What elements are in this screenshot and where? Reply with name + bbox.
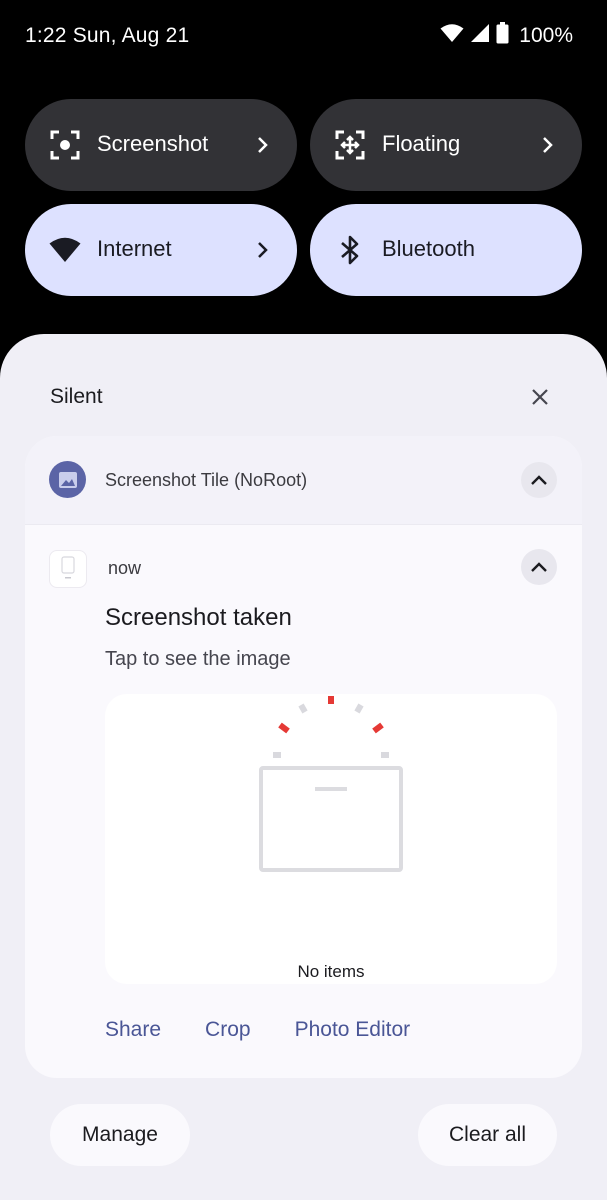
collapse-notification-button[interactable] bbox=[521, 549, 557, 585]
tile-internet-label: Internet bbox=[97, 236, 172, 261]
notification-time: now bbox=[108, 558, 142, 578]
notification-title: Screenshot taken bbox=[105, 604, 292, 631]
tile-internet[interactable]: Internet bbox=[25, 204, 297, 296]
bluetooth-icon bbox=[334, 234, 366, 266]
battery-percentage: 100% bbox=[519, 23, 573, 47]
collapse-group-button[interactable] bbox=[521, 462, 557, 498]
notification-card[interactable]: Screenshot Tile (NoRoot) now Screenshot … bbox=[25, 436, 582, 1078]
crop-action-button[interactable]: Crop bbox=[205, 1018, 251, 1042]
tile-floating-label: Floating bbox=[382, 131, 461, 156]
tile-screenshot-label: Screenshot bbox=[97, 131, 209, 156]
tile-screenshot[interactable]: Screenshot bbox=[25, 99, 297, 191]
app-name: Screenshot Tile (NoRoot) bbox=[105, 470, 308, 490]
silent-section-header: Silent bbox=[50, 385, 103, 408]
status-bar: 1:22 Sun, Aug 21 100% bbox=[0, 0, 607, 76]
status-icons: 100% bbox=[440, 22, 573, 49]
clear-all-button[interactable]: Clear all bbox=[418, 1104, 557, 1166]
status-time-date: 1:22 Sun, Aug 21 bbox=[25, 24, 190, 47]
app-icon bbox=[49, 461, 86, 498]
notification-small-icon bbox=[49, 550, 87, 588]
wifi-icon bbox=[440, 23, 464, 48]
chevron-right-icon bbox=[538, 133, 558, 157]
screenshot-icon bbox=[49, 129, 81, 161]
tile-floating[interactable]: Floating bbox=[310, 99, 582, 191]
no-items-label: No items bbox=[297, 962, 365, 981]
manage-button[interactable]: Manage bbox=[50, 1104, 190, 1166]
chevron-right-icon bbox=[253, 133, 273, 157]
close-icon[interactable] bbox=[529, 386, 551, 408]
tile-bluetooth-label: Bluetooth bbox=[382, 236, 475, 261]
floating-icon bbox=[334, 129, 366, 161]
battery-icon bbox=[496, 22, 509, 49]
tile-bluetooth[interactable]: Bluetooth bbox=[310, 204, 582, 296]
notification-shade: Silent Screenshot Tile (NoRoot) now Scre… bbox=[0, 334, 607, 1200]
share-action-button[interactable]: Share bbox=[105, 1018, 161, 1042]
photo-editor-action-button[interactable]: Photo Editor bbox=[295, 1018, 411, 1042]
notification-group-header[interactable]: Screenshot Tile (NoRoot) bbox=[25, 436, 582, 525]
notification-text: Tap to see the image bbox=[105, 648, 291, 670]
screenshot-preview[interactable]: No items bbox=[105, 694, 557, 984]
cellular-signal-icon bbox=[470, 23, 490, 48]
empty-preview-illustration bbox=[259, 696, 403, 872]
wifi-icon bbox=[49, 234, 81, 266]
notification-actions: Share Crop Photo Editor bbox=[105, 1018, 410, 1042]
chevron-right-icon bbox=[253, 238, 273, 262]
